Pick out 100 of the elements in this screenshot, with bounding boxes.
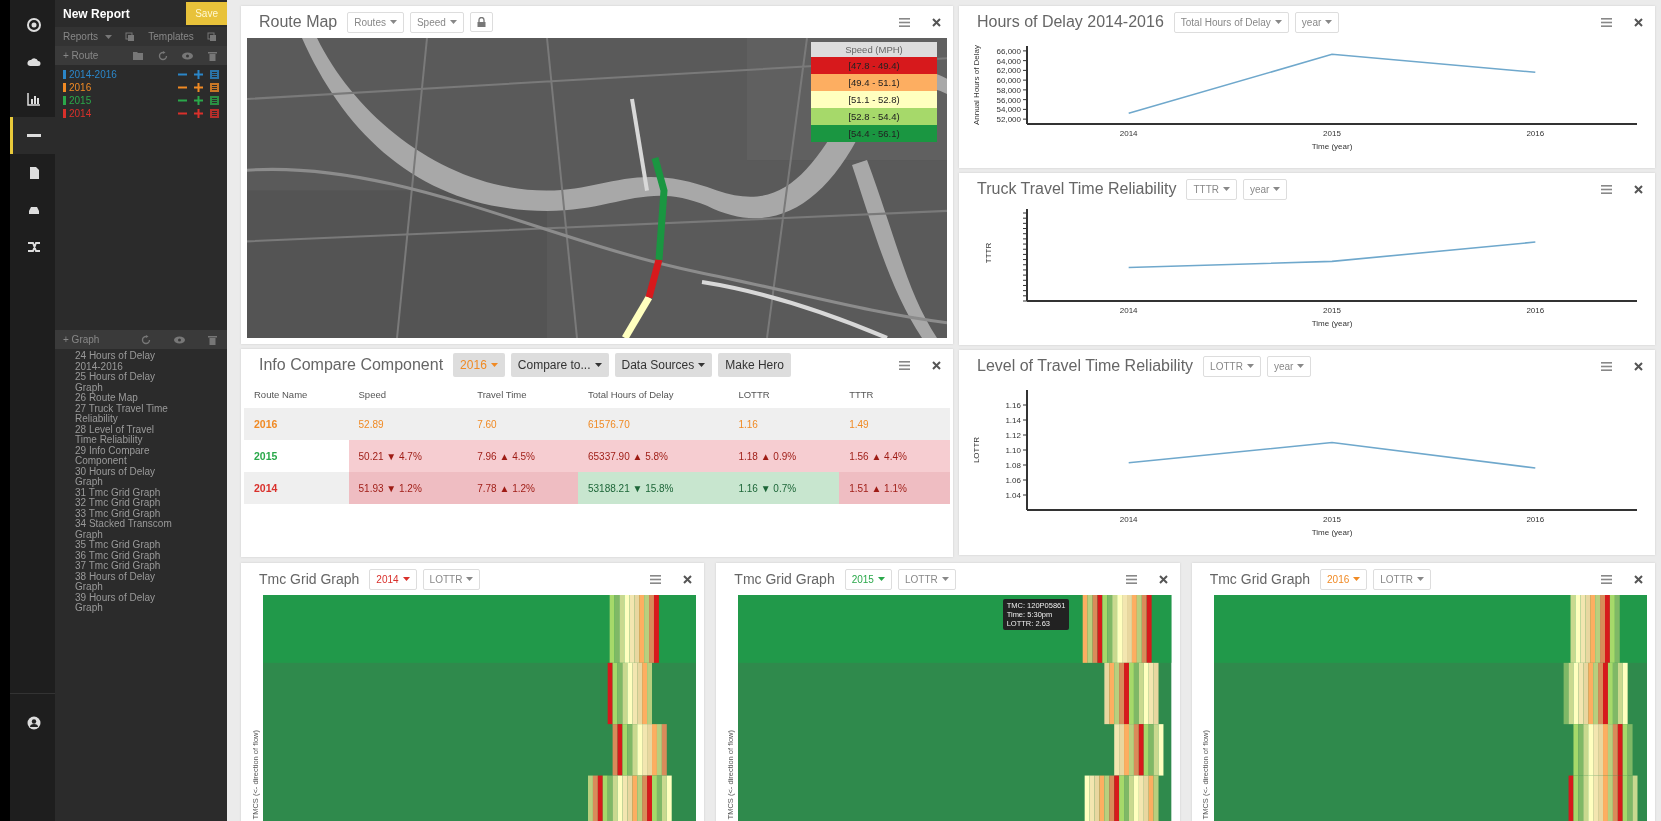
route-filter-dropdown[interactable]: 2015 (844, 568, 892, 590)
table-cell: 51.93 ▼ 1.2% (348, 472, 468, 504)
route-name[interactable]: 2016 (69, 82, 171, 93)
y-tick-label: 64,000 (996, 56, 1021, 66)
graph-list-item[interactable]: 32 Tmc Grid Graph (75, 498, 175, 509)
panel-title: Hours of Delay 2014-2016 (977, 13, 1164, 31)
route-name[interactable]: 2015 (69, 95, 171, 106)
table-cell: 7.60 (467, 408, 578, 440)
graph-list-item[interactable]: 35 Tmc Grid Graph (75, 540, 175, 551)
x-tick-label: 2015 (1323, 306, 1341, 315)
graph-list-item[interactable]: 27 Truck Travel Time Reliability (75, 403, 175, 425)
column-header: TTTR (839, 381, 950, 408)
table-cell: 1.16 ▼ 0.7% (728, 472, 840, 504)
table-cell: 1.51 ▲ 1.1% (839, 472, 950, 504)
table-cell: 50.21 ▼ 4.7% (348, 440, 468, 472)
y-tick-label: 60,000 (996, 76, 1021, 86)
table-cell: 2015 (244, 440, 349, 472)
graph-list-item[interactable]: 38 Hours of Delay Graph (75, 571, 175, 593)
x-axis-label: Time (year) (1311, 142, 1353, 151)
table-cell: 65337.90 ▲ 5.8% (578, 440, 729, 472)
dropdown[interactable]: Data Sources (614, 353, 713, 377)
report-title: New Report (63, 6, 130, 21)
dropdown[interactable]: LOTTR (1373, 568, 1432, 590)
add-graph-button[interactable]: + Graph (63, 334, 118, 345)
x-axis-label: Time (year) (1311, 528, 1353, 537)
route-name[interactable]: 2014 (69, 108, 171, 119)
graph-list-item[interactable]: 26 Route Map (75, 393, 175, 404)
table-cell: 61576.70 (578, 408, 729, 440)
dropdown[interactable]: LOTTR (897, 568, 956, 590)
graph-list-item[interactable]: 25 Hours of Delay Graph (75, 372, 175, 393)
table-cell: 53188.21 ▼ 15.8% (578, 472, 729, 504)
graph-list-item[interactable]: 37 Tmc Grid Graph (75, 561, 175, 572)
graph-list-item[interactable]: 36 Tmc Grid Graph (75, 550, 175, 561)
panel-title: Tmc Grid Graph (734, 571, 835, 587)
reports-dropdown[interactable]: Reports (63, 31, 112, 42)
panel-title: Route Map (259, 13, 338, 31)
table-cell: 7.96 ▲ 4.5% (467, 440, 578, 472)
column-header: Total Hours of Delay (578, 381, 729, 408)
table-cell: 1.18 ▲ 0.9% (728, 440, 840, 472)
panel-title: Info Compare Component (259, 356, 444, 374)
graph-list-item[interactable]: 31 Tmc Grid Graph (75, 487, 175, 498)
y-tick-label: 1.16 (1005, 401, 1021, 410)
y-tick-label: 1.06 (1005, 476, 1021, 485)
y-tick-label: 66,000 (996, 46, 1021, 56)
table-cell: 7.78 ▲ 1.2% (467, 472, 578, 504)
graph-list-item[interactable]: 30 Hours of Delay Graph (75, 466, 175, 488)
x-tick-label: 2014 (1119, 515, 1138, 524)
graph-list-item[interactable]: 29 Info Compare Component (75, 445, 175, 467)
table-cell: 1.56 ▲ 4.4% (839, 440, 950, 472)
panel-title: Level of Travel Time Reliability (977, 357, 1194, 375)
table-cell: 1.49 (839, 408, 950, 440)
y-tick-label: 1.14 (1005, 416, 1021, 425)
x-tick-label: 2014 (1119, 129, 1138, 138)
graph-list-item[interactable]: 34 Stacked Transcom Graph (75, 519, 175, 540)
dropdown[interactable]: LOTTR (422, 568, 481, 590)
make-hero-button[interactable]: Make Hero (718, 353, 791, 377)
route-filter-dropdown[interactable]: 2014 (369, 568, 417, 590)
x-tick-label: 2016 (1526, 129, 1545, 138)
y-tick-label: 52,000 (996, 115, 1021, 125)
templates-dropdown[interactable]: Templates (148, 31, 194, 42)
table-cell: 2014 (244, 472, 349, 504)
y-axis-label: TTTR (984, 242, 993, 264)
dropdown[interactable]: Speed (409, 11, 464, 33)
y-axis-label: Annual Hours of Delay (972, 45, 981, 125)
x-tick-label: 2016 (1526, 515, 1545, 524)
panel-title: Tmc Grid Graph (1209, 571, 1310, 587)
graph-list-item[interactable]: 24 Hours of Delay 2014-2016 (75, 351, 175, 372)
dropdown[interactable]: year (1243, 178, 1288, 200)
y-tick-label: 1.10 (1005, 446, 1021, 455)
dropdown[interactable]: Routes (347, 11, 404, 33)
route-name[interactable]: 2014-2016 (69, 69, 171, 80)
add-route-button[interactable]: + Route (63, 50, 118, 61)
legend-range: [51.1 - 52.8) (811, 91, 937, 108)
graph-list-item[interactable]: 28 Level of Travel Time Reliability (75, 424, 175, 446)
column-header: LOTTR (728, 381, 840, 408)
panel-title: Tmc Grid Graph (259, 571, 360, 587)
table-cell: 52.89 (348, 408, 468, 440)
dropdown[interactable]: year (1294, 11, 1340, 33)
dropdown[interactable]: TTTR (1186, 178, 1237, 200)
legend-range: [54.4 - 56.1) (811, 125, 937, 142)
y-tick-label: 58,000 (996, 85, 1021, 95)
graph-list-item[interactable]: 33 Tmc Grid Graph (75, 508, 175, 519)
legend-range: [52.8 - 54.4) (811, 108, 937, 125)
y-tick-label: 1.12 (1005, 431, 1021, 440)
dropdown[interactable]: LOTTR (1203, 355, 1261, 377)
legend-title: Speed (MPH) (844, 43, 904, 57)
route-filter-dropdown[interactable]: 2016 (1320, 568, 1368, 590)
column-header: Speed (348, 381, 468, 408)
dropdown[interactable]: Total Hours of Delay (1173, 11, 1289, 33)
dropdown[interactable]: Compare to... (510, 353, 609, 377)
y-tick-label: 1.08 (1005, 461, 1021, 470)
graph-list-item[interactable]: 39 Hours of Delay Graph (75, 592, 175, 614)
legend-range: [47.8 - 49.4) (811, 57, 937, 74)
column-header: Route Name (244, 381, 349, 408)
dropdown[interactable]: year (1266, 355, 1312, 377)
x-tick-label: 2015 (1323, 129, 1341, 138)
y-tick-label: 1.04 (1005, 491, 1021, 500)
y-tick-label: 56,000 (996, 95, 1021, 105)
panel-title: Truck Travel Time Reliability (977, 180, 1177, 198)
x-tick-label: 2014 (1119, 306, 1138, 315)
